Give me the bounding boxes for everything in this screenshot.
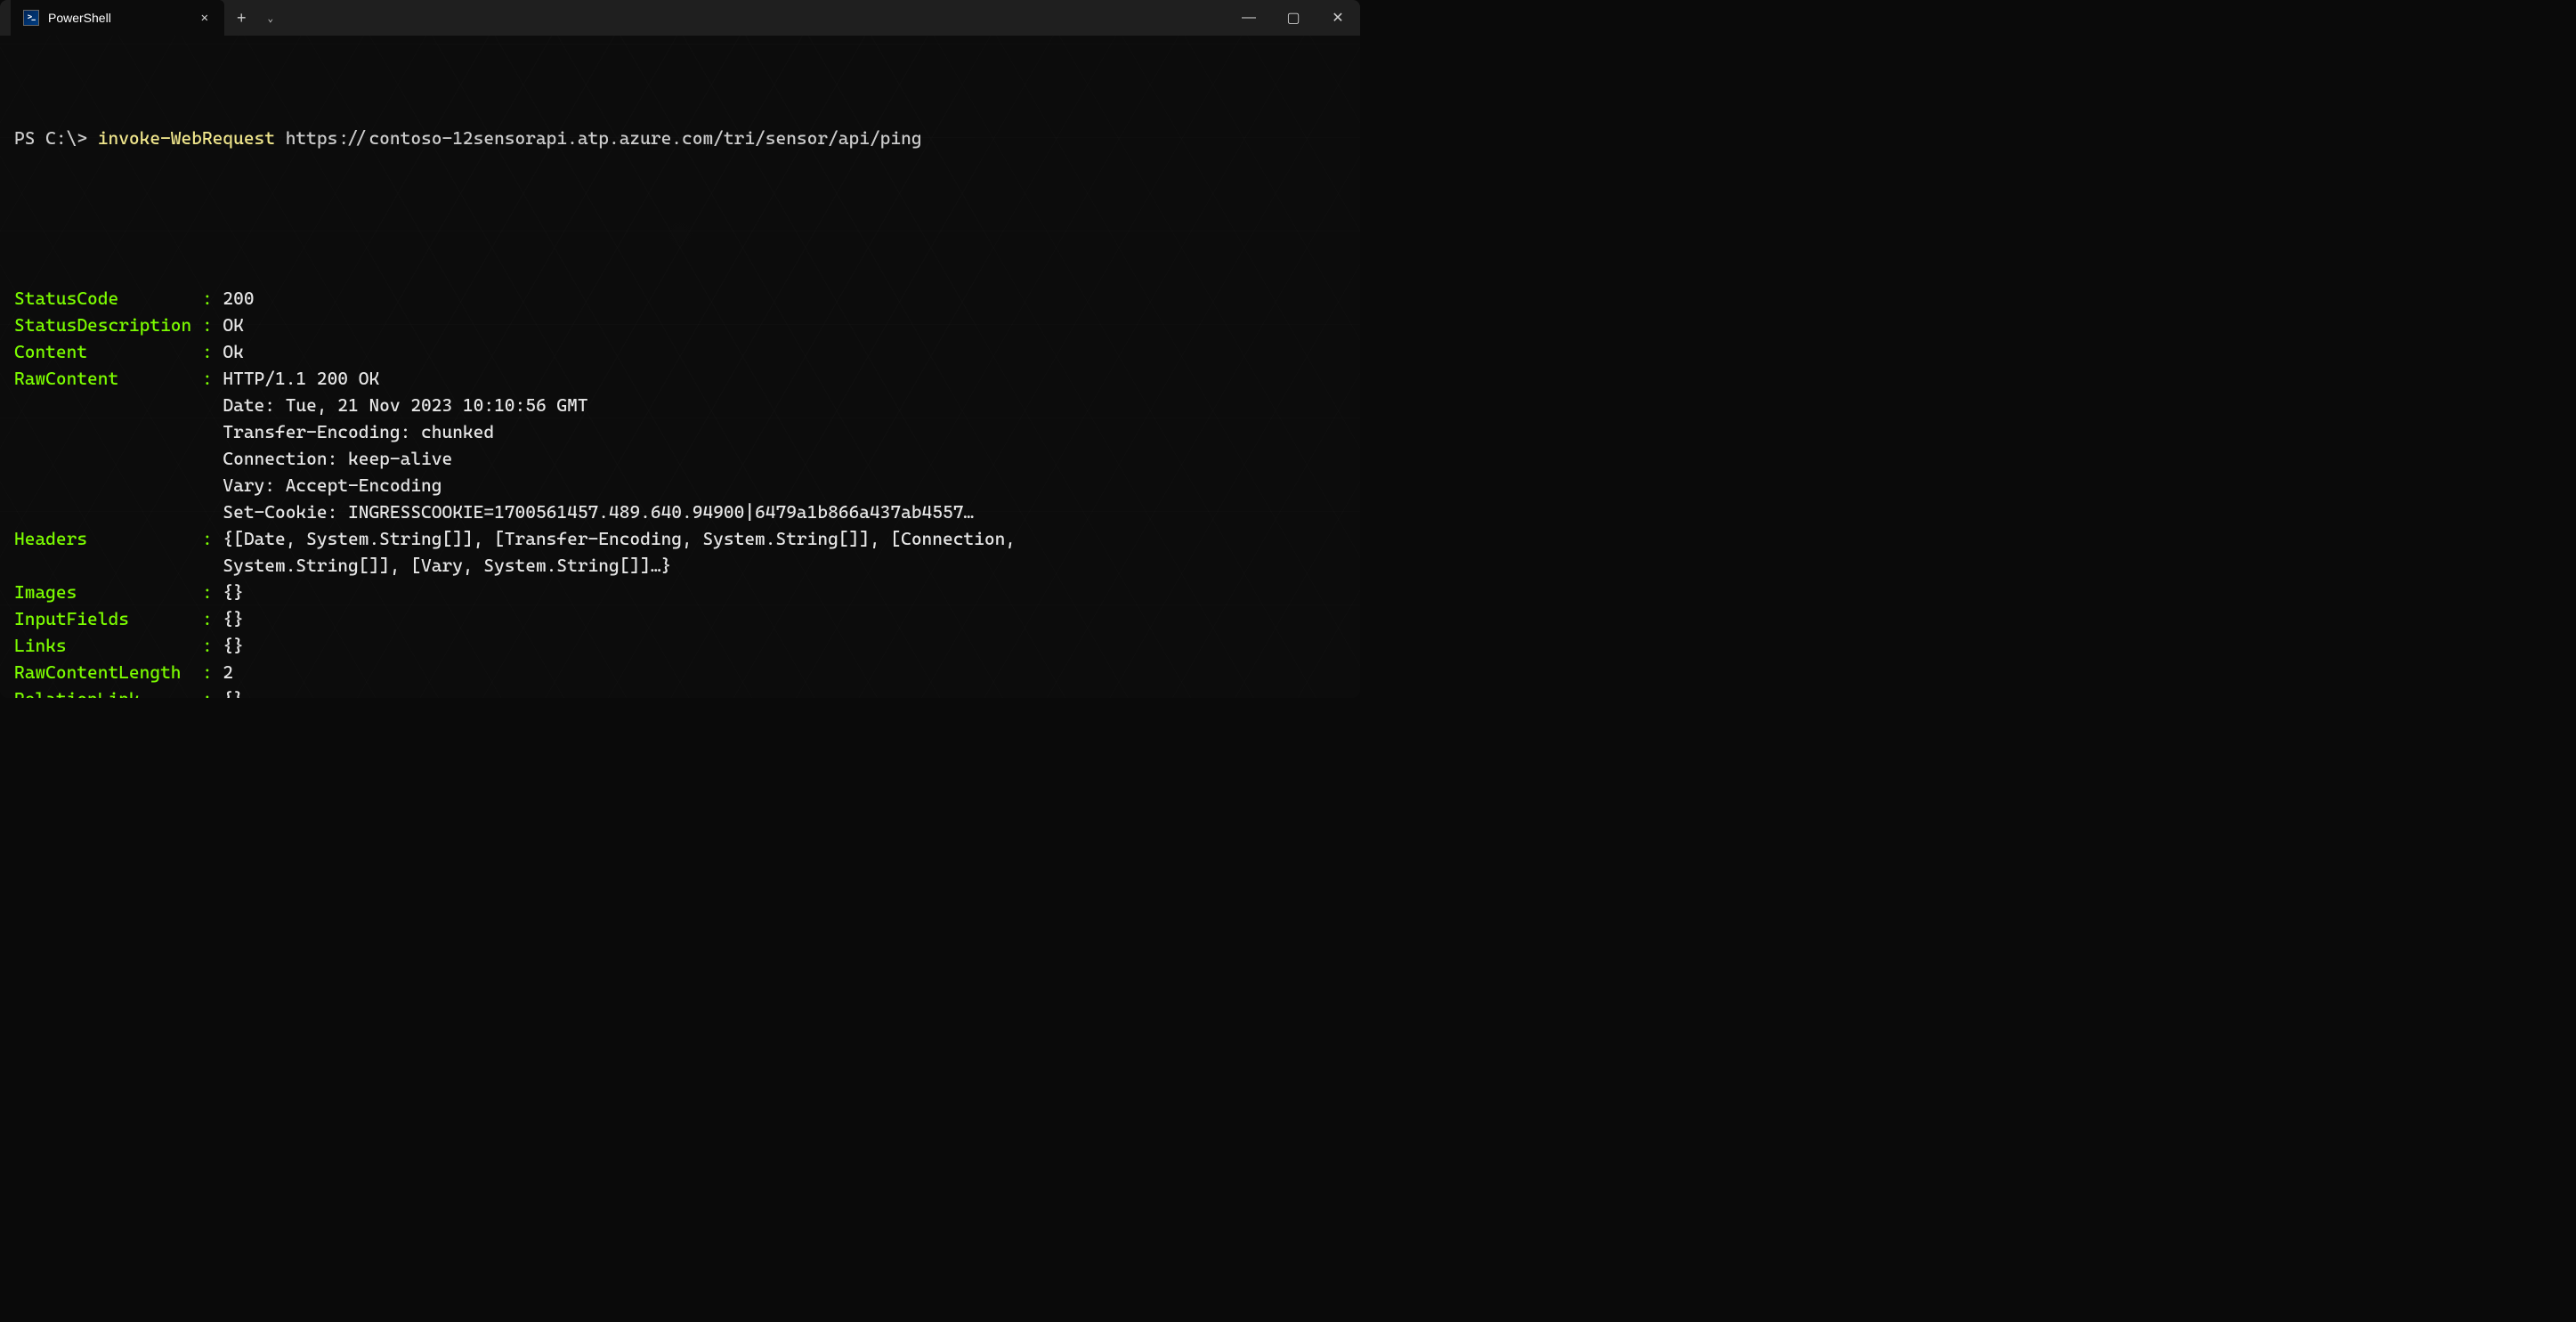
output-line: RelationLink : {} bbox=[14, 685, 1346, 698]
titlebar: PowerShell ✕ + ⌄ — ▢ ✕ bbox=[0, 0, 1360, 36]
terminal-window: PowerShell ✕ + ⌄ — ▢ ✕ PS C:\> invoke-We… bbox=[0, 0, 1360, 698]
output-line: StatusCode : 200 bbox=[14, 285, 1346, 312]
output-line: Transfer-Encoding: chunked bbox=[14, 418, 1346, 445]
terminal-body[interactable]: PS C:\> invoke-WebRequest https://contos… bbox=[0, 36, 1360, 698]
prompt-text: PS C:\> bbox=[14, 127, 98, 149]
tab-dropdown-button[interactable]: ⌄ bbox=[259, 12, 283, 24]
separator: : bbox=[191, 608, 223, 629]
property-value: Vary: Accept-Encoding bbox=[223, 474, 441, 496]
separator: : bbox=[191, 528, 223, 549]
command-argument: https://contoso-12sensorapi.atp.azure.co… bbox=[275, 127, 922, 149]
separator: : bbox=[191, 661, 223, 683]
property-value: Date: Tue, 21 Nov 2023 10:10:56 GMT bbox=[223, 394, 587, 416]
command-line: PS C:\> invoke-WebRequest https://contos… bbox=[14, 125, 1346, 151]
property-value: OK bbox=[223, 314, 243, 336]
property-value: Connection: keep-alive bbox=[223, 448, 452, 469]
blank-line bbox=[14, 205, 1346, 231]
separator bbox=[191, 448, 223, 469]
separator bbox=[191, 555, 223, 576]
tab-title: PowerShell bbox=[48, 11, 169, 25]
maximize-button[interactable]: ▢ bbox=[1271, 0, 1316, 36]
property-value: 200 bbox=[223, 288, 254, 309]
property-name bbox=[14, 448, 191, 469]
property-name: StatusDescription bbox=[14, 314, 191, 336]
property-value: 2 bbox=[223, 661, 233, 683]
output-line: Set-Cookie: INGRESSCOOKIE=1700561457.489… bbox=[14, 499, 1346, 525]
window-close-button[interactable]: ✕ bbox=[1316, 0, 1360, 36]
output-line: RawContent : HTTP/1.1 200 OK bbox=[14, 365, 1346, 392]
property-name bbox=[14, 474, 191, 496]
separator bbox=[191, 421, 223, 442]
output-block: StatusCode : 200StatusDescription : OKCo… bbox=[14, 285, 1346, 698]
property-value: {} bbox=[223, 635, 243, 656]
property-value: {} bbox=[223, 608, 243, 629]
property-name: StatusCode bbox=[14, 288, 191, 309]
powershell-icon bbox=[23, 10, 39, 26]
command-text: invoke-WebRequest bbox=[98, 127, 275, 149]
output-line: Date: Tue, 21 Nov 2023 10:10:56 GMT bbox=[14, 392, 1346, 418]
output-line: StatusDescription : OK bbox=[14, 312, 1346, 338]
property-value: {} bbox=[223, 581, 243, 603]
property-name bbox=[14, 394, 191, 416]
property-value: {} bbox=[223, 688, 243, 698]
property-value: Set-Cookie: INGRESSCOOKIE=1700561457.489… bbox=[223, 501, 974, 523]
output-line: System.String[]], [Vary, System.String[]… bbox=[14, 552, 1346, 579]
property-name: Headers bbox=[14, 528, 191, 549]
output-line: Connection: keep-alive bbox=[14, 445, 1346, 472]
property-name: RawContentLength bbox=[14, 661, 191, 683]
property-name: Content bbox=[14, 341, 191, 362]
window-controls: — ▢ ✕ bbox=[1227, 0, 1360, 36]
tab-close-button[interactable]: ✕ bbox=[196, 9, 214, 27]
property-value: HTTP/1.1 200 OK bbox=[223, 368, 379, 389]
separator: : bbox=[191, 368, 223, 389]
output-line: Headers : {[Date, System.String[]], [Tra… bbox=[14, 525, 1346, 552]
property-name: Images bbox=[14, 581, 191, 603]
property-name bbox=[14, 501, 191, 523]
output-line: InputFields : {} bbox=[14, 605, 1346, 632]
tab-powershell[interactable]: PowerShell ✕ bbox=[11, 0, 224, 36]
property-value: {[Date, System.String[]], [Transfer-Enco… bbox=[223, 528, 1016, 549]
separator: : bbox=[191, 288, 223, 309]
separator bbox=[191, 394, 223, 416]
separator: : bbox=[191, 635, 223, 656]
separator bbox=[191, 501, 223, 523]
separator: : bbox=[191, 341, 223, 362]
property-name bbox=[14, 555, 191, 576]
property-value: System.String[]], [Vary, System.String[]… bbox=[223, 555, 671, 576]
output-line: Vary: Accept-Encoding bbox=[14, 472, 1346, 499]
property-value: Transfer-Encoding: chunked bbox=[223, 421, 494, 442]
output-line: Content : Ok bbox=[14, 338, 1346, 365]
new-tab-button[interactable]: + bbox=[224, 9, 259, 28]
property-name: InputFields bbox=[14, 608, 191, 629]
property-name: RawContent bbox=[14, 368, 191, 389]
minimize-button[interactable]: — bbox=[1227, 0, 1271, 36]
output-line: Links : {} bbox=[14, 632, 1346, 659]
separator: : bbox=[191, 314, 223, 336]
property-value: Ok bbox=[223, 341, 243, 362]
separator: : bbox=[191, 581, 223, 603]
property-name bbox=[14, 421, 191, 442]
property-name: Links bbox=[14, 635, 191, 656]
output-line: Images : {} bbox=[14, 579, 1346, 605]
output-line: RawContentLength : 2 bbox=[14, 659, 1346, 685]
separator bbox=[191, 474, 223, 496]
separator: : bbox=[191, 688, 223, 698]
property-name: RelationLink bbox=[14, 688, 191, 698]
